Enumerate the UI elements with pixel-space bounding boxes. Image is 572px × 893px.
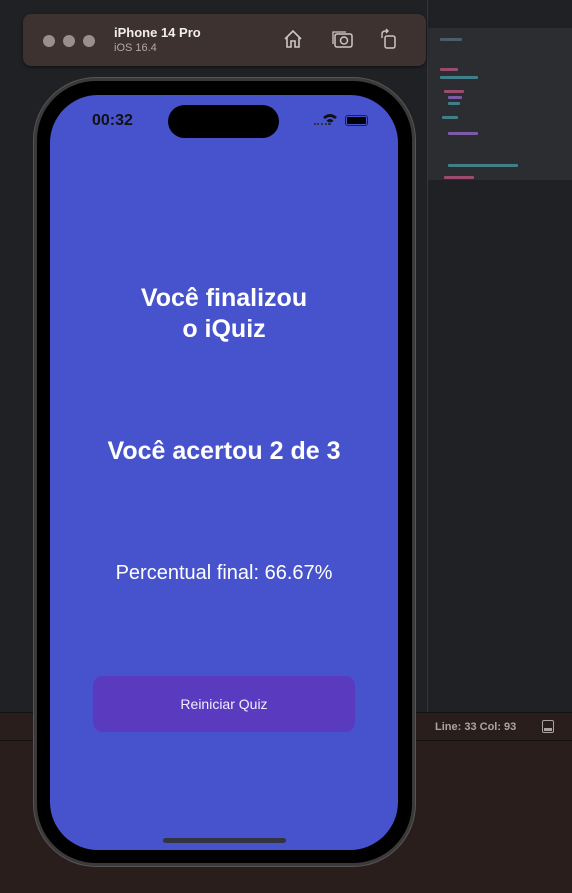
simulator-titlebar: iPhone 14 Pro iOS 16.4: [23, 14, 426, 66]
dynamic-island: [168, 105, 279, 138]
os-version: iOS 16.4: [114, 42, 157, 54]
window-minimize-button[interactable]: [63, 35, 75, 47]
home-icon[interactable]: [282, 28, 304, 50]
window-zoom-button[interactable]: [83, 35, 95, 47]
panel-toggle-icon[interactable]: [542, 720, 554, 733]
quiz-finished-title: Você finalizou o iQuiz: [140, 284, 308, 343]
app-screen: 00:32 Você finalizou o iQuiz Você acerto…: [50, 95, 398, 850]
screenshot-icon[interactable]: [332, 28, 354, 50]
code-minimap: [428, 28, 572, 180]
restart-quiz-button[interactable]: Reiniciar Quiz: [93, 676, 355, 732]
cursor-position: Line: 33 Col: 93: [435, 721, 517, 733]
rotate-icon[interactable]: [378, 28, 400, 50]
wifi-icon: [323, 114, 337, 125]
device-name: iPhone 14 Pro: [114, 25, 201, 40]
score-text: Você acertou 2 de 3: [107, 437, 341, 465]
status-time: 00:32: [92, 112, 133, 129]
battery-icon: [345, 115, 368, 126]
percent-text: Percentual final: 66.67%: [115, 562, 333, 584]
home-indicator[interactable]: [163, 838, 286, 843]
window-close-button[interactable]: [43, 35, 55, 47]
